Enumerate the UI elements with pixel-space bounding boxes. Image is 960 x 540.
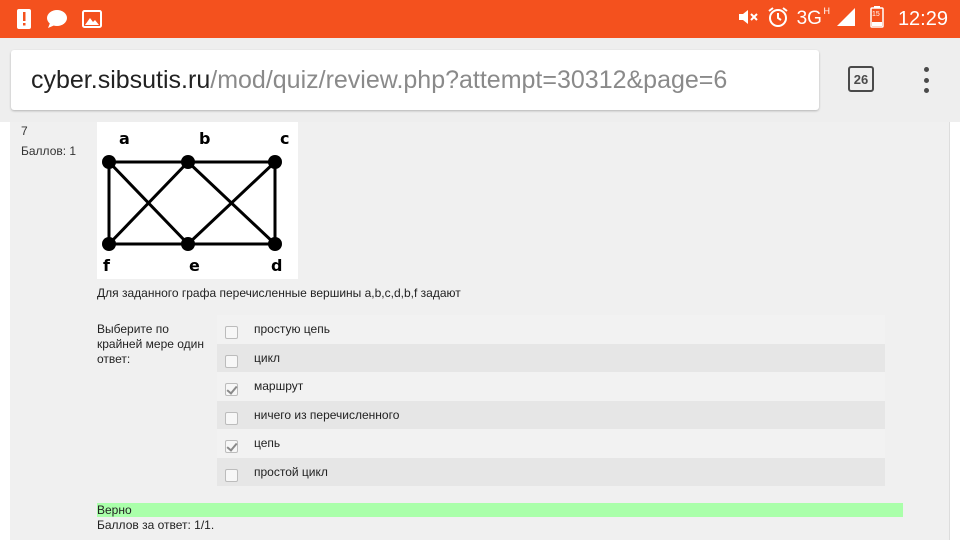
screen: 3G H 15 12:29 cyber.sibsutis.ru/mod/quiz/… [0,0,960,540]
vertex-label-d: d [271,256,282,275]
question-text: Для заданного графа перечисленные вершин… [97,286,461,300]
vertex-f [102,237,116,251]
battery-icon: 15 [870,5,884,33]
graph-vertices [102,155,282,251]
vertex-label-f: f [103,256,111,275]
status-bar: 3G H 15 12:29 [0,0,960,38]
graph-svg: a b c f e d [102,129,289,275]
vertex-a [102,155,116,169]
answer-label: простую цепь [254,322,330,336]
alarm-icon [767,6,789,33]
answer-option[interactable]: цепь [217,429,885,458]
answer-option[interactable]: простой цикл [217,457,885,486]
question-number: 7 [21,124,28,138]
answer-prompt: Выберите по крайней мере один ответ: [97,322,204,366]
chat-icon [46,9,68,34]
answer-checkbox[interactable] [225,354,238,368]
clock: 12:29 [897,7,948,30]
answer-checkbox[interactable] [225,326,238,339]
graph-image: a b c f e d [97,122,298,279]
vertex-b [181,155,195,169]
answer-label: ничего из перечисленного [254,407,400,422]
vertex-label-c: c [280,129,289,148]
answer-checkbox[interactable] [225,440,238,453]
more-vert-icon[interactable] [917,66,935,94]
signal-icon [836,7,856,32]
answer-label: цепь [254,436,281,450]
vertex-e [181,237,195,251]
network-label: 3G [796,8,822,29]
battery-level: 15 [871,10,880,18]
page-content: 7 Баллов: 1 a b c f e d Для заданного гр… [0,122,960,540]
answer-label: простой цикл [254,464,328,479]
vertex-label-b: b [199,129,210,148]
vertex-label-e: e [189,256,200,275]
vertex-d [268,237,282,251]
feedback-correct: Верно [97,503,903,517]
question-grade: Баллов: 1 [21,144,77,158]
answer-option[interactable]: цикл [217,343,885,372]
url-host: cyber.sibsutis.ru [31,65,211,94]
vertex-label-a: a [119,129,130,148]
image-icon [82,10,102,33]
mute-icon [737,7,759,32]
answer-mark: Баллов за ответ: 1/1. [97,518,215,532]
network-type: 3G H [796,6,830,30]
url-bar[interactable]: cyber.sibsutis.ru/mod/quiz/review.php?at… [11,50,819,110]
alert-icon [16,8,32,35]
url-path: /mod/quiz/review.php?attempt=30312&page=… [210,65,728,94]
browser-toolbar: cyber.sibsutis.ru/mod/quiz/review.php?at… [0,38,960,122]
answer-list: простую цепь цикл маршрут ничего из пере… [217,315,885,486]
answer-label: маршрут [254,379,304,393]
answer-checkbox[interactable] [225,383,238,396]
tab-switcher-button[interactable]: 26 [848,66,874,92]
graph-edges [107,160,277,246]
answer-option[interactable]: простую цепь [217,315,885,344]
answer-checkbox[interactable] [225,468,238,482]
answer-option[interactable]: ничего из перечисленного [217,400,885,429]
answer-label: цикл [254,350,280,365]
vertex-c [268,155,282,169]
answer-option[interactable]: маршрут [217,372,885,401]
network-sup: H [823,6,830,16]
answer-checkbox[interactable] [225,411,238,425]
